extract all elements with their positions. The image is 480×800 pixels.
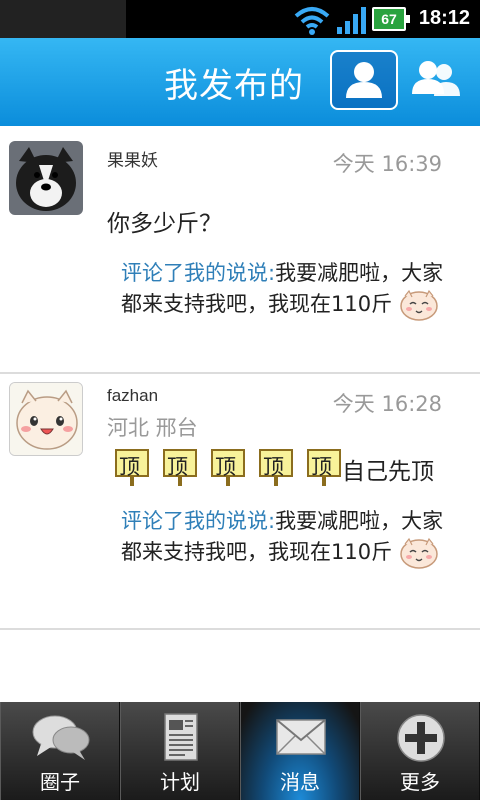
tab-messages[interactable]: 消息 — [240, 702, 360, 800]
tab-circles[interactable]: 圈子 — [0, 702, 120, 800]
tab-label: 消息 — [280, 770, 320, 794]
bottom-nav: 圈子 计划 消息 更多 — [0, 702, 480, 800]
ding-label: 顶 — [215, 455, 236, 479]
post-item[interactable]: fazhan 今天 16:28 河北 邢台 顶 顶 顶 顶 顶 自己先顶 评论了 — [0, 374, 480, 630]
status-bar: 67 18:12 — [0, 0, 480, 38]
piggy-smile-emoticon-icon — [400, 289, 438, 321]
signal-icon — [337, 7, 366, 34]
post-content: 你多少斤？ — [107, 211, 222, 237]
clock: 18:12 — [418, 7, 470, 29]
ding-sticker-icon: 顶 — [210, 448, 246, 486]
comment-prefix: 评论了我的说说: — [121, 509, 276, 533]
document-icon — [164, 713, 198, 761]
battery-icon: 67 — [372, 7, 410, 31]
comment-block[interactable]: 评论了我的说说:我要减肥啦，大家都来支持我吧，我现在110斤 — [121, 506, 451, 570]
tab-more[interactable]: 更多 — [360, 702, 480, 800]
group-icon — [412, 61, 460, 96]
post-time: 今天 16:28 — [332, 392, 442, 416]
post-feed[interactable]: 果果妖 今天 16:39 你多少斤？ 评论了我的说说:我要减肥啦，大家都来支持我… — [0, 126, 480, 630]
post-username[interactable]: fazhan — [107, 386, 158, 406]
ding-sticker-icon: 顶 — [162, 448, 198, 486]
avatar[interactable] — [9, 141, 83, 215]
ding-sticker-icon: 顶 — [306, 448, 342, 486]
piggy-smile-emoticon-icon — [400, 537, 438, 569]
avatar[interactable] — [9, 382, 83, 456]
tab-label: 更多 — [400, 770, 440, 794]
ding-sticker-icon: 顶 — [258, 448, 294, 486]
ding-label: 顶 — [167, 455, 188, 479]
person-icon — [346, 62, 382, 98]
post-username[interactable]: 果果妖 — [107, 146, 158, 171]
ding-label: 顶 — [311, 455, 332, 479]
plus-circle-icon — [397, 714, 445, 762]
wifi-icon — [294, 7, 330, 35]
post-time: 今天 16:39 — [332, 152, 442, 176]
post-location: 河北 邢台 — [107, 416, 198, 440]
tab-label: 计划 — [160, 770, 200, 794]
comment-block[interactable]: 评论了我的说说:我要减肥啦，大家都来支持我吧，我现在110斤 — [121, 258, 451, 322]
comment-prefix: 评论了我的说说: — [121, 261, 276, 285]
ding-label: 顶 — [119, 455, 140, 479]
ding-sticker-row: 顶 顶 顶 顶 顶 — [114, 448, 354, 486]
ding-sticker-icon: 顶 — [114, 448, 150, 486]
ding-label: 顶 — [263, 455, 284, 479]
post-content: 自己先顶 — [342, 459, 434, 485]
envelope-icon — [276, 719, 326, 755]
title-bar: 我发布的 — [0, 38, 480, 126]
page-title: 我发布的 — [164, 66, 304, 106]
battery-level: 67 — [374, 9, 404, 29]
tab-label: 圈子 — [40, 770, 80, 794]
tab-plan[interactable]: 计划 — [120, 702, 240, 800]
chat-bubbles-icon — [32, 715, 90, 760]
post-item[interactable]: 果果妖 今天 16:39 你多少斤？ 评论了我的说说:我要减肥啦，大家都来支持我… — [0, 126, 480, 374]
my-posts-button[interactable] — [330, 50, 398, 110]
group-button[interactable] — [404, 50, 472, 110]
